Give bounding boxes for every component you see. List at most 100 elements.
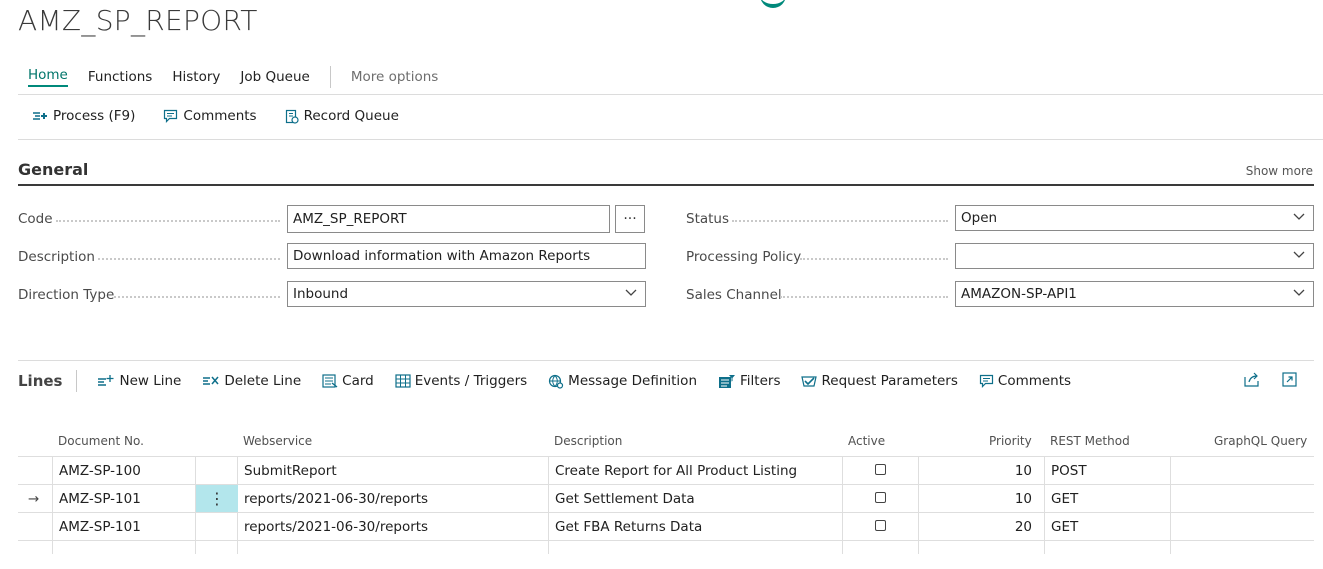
processing-policy-dots: [800, 258, 948, 260]
process-label: Process (F9): [53, 108, 136, 124]
message-definition-button[interactable]: Message Definition: [548, 373, 697, 389]
code-field[interactable]: AMZ_SP_REPORT: [287, 205, 610, 233]
row-menu-button[interactable]: ⋮: [196, 485, 238, 512]
action-bar: Process (F9) Comments Record Queue: [32, 108, 427, 124]
column-header-priority[interactable]: Priority: [989, 434, 1032, 448]
active-checkbox[interactable]: [875, 520, 886, 531]
globe-gear-icon: [549, 374, 564, 389]
column-header-graphql-query[interactable]: GraphQL Query: [1214, 434, 1307, 448]
events-triggers-button[interactable]: Events / Triggers: [395, 373, 527, 389]
column-divider: [548, 456, 549, 554]
nav-divider: [329, 66, 331, 88]
column-header-description[interactable]: Description: [554, 434, 622, 448]
nav-divider-line: [18, 94, 1323, 95]
process-icon: [33, 112, 47, 120]
page-title: AMZ_SP_REPORT: [18, 4, 258, 37]
general-section-divider: [18, 184, 1314, 186]
sales-channel-label: Sales Channel: [686, 287, 782, 303]
cell-webservice[interactable]: reports/2021-06-30/reports: [244, 519, 428, 535]
tab-job-queue[interactable]: Job Queue: [240, 69, 309, 85]
status-dots: [732, 220, 948, 222]
filters-button[interactable]: Filters: [718, 373, 780, 389]
code-label: Code: [18, 211, 53, 227]
cell-rest-method[interactable]: GET: [1051, 491, 1078, 507]
cell-priority[interactable]: 20: [990, 519, 1032, 535]
column-divider: [1044, 456, 1045, 554]
comments-label: Comments: [183, 108, 257, 124]
current-row-arrow-icon: →: [28, 491, 40, 507]
cell-document-no[interactable]: AMZ-SP-100: [59, 463, 141, 479]
active-checkbox[interactable]: [875, 464, 886, 475]
record-queue-label: Record Queue: [303, 108, 399, 124]
cell-priority[interactable]: 10: [990, 463, 1032, 479]
cell-description[interactable]: Create Report for All Product Listing: [555, 463, 797, 479]
cell-webservice[interactable]: SubmitReport: [244, 463, 337, 479]
description-label: Description: [18, 249, 95, 265]
expand-icon[interactable]: [1282, 372, 1297, 387]
record-queue-icon: [285, 109, 299, 124]
description-value: Download information with Amazon Reports: [293, 248, 591, 264]
tab-home[interactable]: Home: [28, 67, 68, 87]
cell-description[interactable]: Get FBA Returns Data: [555, 519, 702, 535]
new-line-label: New Line: [119, 373, 182, 389]
code-dots: [56, 220, 280, 222]
column-header-active[interactable]: Active: [848, 434, 885, 448]
column-divider: [52, 456, 53, 554]
chevron-down-icon: [1293, 289, 1305, 296]
decorative-arc: [760, 0, 786, 8]
active-checkbox[interactable]: [875, 492, 886, 503]
new-line-button[interactable]: New Line: [97, 373, 181, 389]
cell-priority[interactable]: 10: [990, 491, 1032, 507]
direction-type-dots: [114, 296, 280, 298]
lines-comments-button[interactable]: Comments: [979, 373, 1071, 389]
filter-icon: [719, 374, 736, 388]
code-assist-button[interactable]: ···: [615, 205, 645, 233]
sales-channel-dots: [780, 296, 948, 298]
status-label: Status: [686, 211, 730, 227]
cell-rest-method[interactable]: POST: [1051, 463, 1087, 479]
delete-line-button[interactable]: Delete Line: [202, 373, 301, 389]
action-nav: Home Functions History Job Queue More op…: [28, 66, 458, 88]
processing-policy-select[interactable]: [955, 243, 1314, 269]
request-parameters-button[interactable]: Request Parameters: [801, 373, 958, 389]
record-queue-button[interactable]: Record Queue: [285, 108, 399, 124]
card-button[interactable]: Card: [322, 373, 374, 389]
lines-section-divider: [18, 360, 1314, 361]
more-options-button[interactable]: More options: [351, 69, 438, 85]
sales-channel-value: AMAZON-SP-API1: [961, 286, 1077, 302]
delete-line-icon: [203, 376, 219, 385]
delete-line-label: Delete Line: [224, 373, 302, 389]
request-parameters-label: Request Parameters: [821, 373, 958, 389]
description-field[interactable]: Download information with Amazon Reports: [287, 243, 646, 269]
column-header-rest-method[interactable]: REST Method: [1050, 434, 1130, 448]
status-select[interactable]: Open: [955, 205, 1314, 231]
column-divider: [1170, 456, 1171, 554]
share-icon[interactable]: [1244, 372, 1260, 387]
action-divider-line: [18, 139, 1323, 140]
show-more-link[interactable]: Show more: [1246, 164, 1313, 178]
tab-functions[interactable]: Functions: [88, 69, 152, 85]
grid-icon: [395, 374, 411, 388]
column-header-document-no[interactable]: Document No.: [58, 434, 144, 448]
column-header-webservice[interactable]: Webservice: [243, 434, 312, 448]
lines-comments-label: Comments: [997, 373, 1072, 389]
comments-button[interactable]: Comments: [163, 108, 257, 124]
filters-label: Filters: [740, 373, 781, 389]
cell-document-no[interactable]: AMZ-SP-101: [59, 519, 141, 535]
process-button[interactable]: Process (F9): [32, 108, 135, 124]
cell-webservice[interactable]: reports/2021-06-30/reports: [244, 491, 428, 507]
lines-view-controls: [1222, 372, 1297, 387]
cell-document-no[interactable]: AMZ-SP-101: [59, 491, 141, 507]
request-parameters-icon: [801, 376, 818, 387]
sales-channel-select[interactable]: AMAZON-SP-API1: [955, 281, 1314, 307]
status-value: Open: [961, 210, 998, 226]
table-row-border: [18, 540, 1314, 569]
chevron-down-icon: [1293, 213, 1305, 220]
lines-action-bar: Lines New Line Delete Line Card Events /…: [18, 370, 1092, 392]
direction-type-select[interactable]: Inbound: [287, 281, 646, 307]
cell-rest-method[interactable]: GET: [1051, 519, 1078, 535]
tab-history[interactable]: History: [172, 69, 220, 85]
cell-description[interactable]: Get Settlement Data: [555, 491, 695, 507]
chevron-down-icon: [625, 289, 637, 296]
column-divider: [918, 456, 919, 554]
